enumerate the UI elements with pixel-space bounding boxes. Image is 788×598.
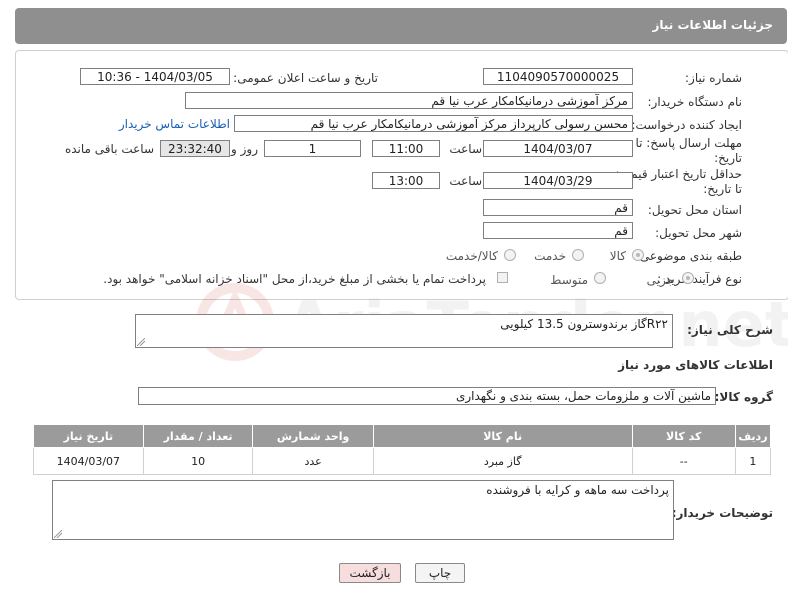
reply-deadline-time-label: ساعت	[449, 142, 482, 156]
need-number-label: شماره نیاز:	[685, 71, 742, 85]
resize-grip-icon	[137, 338, 145, 346]
category-option-goods-service: کالا/خدمت	[445, 249, 498, 263]
col-date: تاریخ نیاز	[33, 424, 144, 448]
reply-deadline-date-field: 1404/03/07	[483, 140, 633, 157]
buyer-org-field: مرکز آموزشی درمانیکامکار عرب نیا قم	[185, 92, 633, 109]
category-radio-goods[interactable]	[632, 249, 644, 261]
remaining-time-field: 23:32:40	[160, 140, 230, 157]
goods-group-label: گروه کالا:	[714, 390, 773, 404]
process-option-minor: جزیی	[646, 273, 674, 287]
cell-unit: عدد	[252, 447, 374, 475]
process-radio-minor[interactable]	[682, 272, 694, 284]
reply-deadline-label-1: مهلت ارسال پاسخ: تا	[635, 136, 742, 150]
price-validity-label-2: تا تاریخ:	[703, 182, 742, 196]
buyer-org-label: نام دستگاه خریدار:	[647, 95, 743, 109]
remaining-time-label: ساعت باقی مانده	[64, 142, 154, 156]
province-label: استان محل تحویل:	[647, 203, 742, 217]
requester-field: محسن رسولی کارپرداز مرکز آموزشی درمانیکا…	[234, 115, 633, 132]
description-label: شرح کلی نیاز:	[687, 323, 773, 337]
category-radio-goods-service[interactable]	[504, 249, 516, 261]
table-row: 1 -- گاز مبرد عدد 10 1404/03/07	[33, 447, 772, 475]
category-option-goods: کالا	[609, 249, 626, 263]
col-row: ردیف	[734, 424, 772, 448]
buyer-notes-text: پرداخت سه ماهه و کرایه با فروشنده	[486, 483, 669, 497]
buyer-notes-textarea: پرداخت سه ماهه و کرایه با فروشنده	[52, 480, 674, 540]
col-unit: واحد شمارش	[252, 424, 374, 448]
buyer-notes-label: توضیحات خریدار:	[671, 506, 773, 520]
goods-table-header: ردیف کد کالا نام کالا واحد شمارش تعداد /…	[33, 424, 772, 448]
goods-group-field: ماشین آلات و ملزومات حمل، بسته بندی و نگ…	[138, 387, 716, 405]
goods-table: ردیف کد کالا نام کالا واحد شمارش تعداد /…	[33, 424, 772, 475]
price-validity-label-1: حداقل تاریخ اعتبار قیمت:	[615, 167, 742, 181]
process-option-medium: متوسط	[550, 273, 588, 287]
cell-date: 1404/03/07	[33, 447, 144, 475]
cell-row: 1	[734, 447, 772, 475]
reply-deadline-label-2: تاریخ:	[714, 151, 742, 165]
description-text: R۲۲گاز برندوسترون 13.5 کیلویی	[500, 317, 668, 331]
need-number-field: 1104090570000025	[483, 68, 633, 85]
city-label: شهر محل تحویل:	[655, 226, 742, 240]
city-field: قم	[483, 222, 633, 239]
remaining-days-field: 1	[264, 140, 361, 157]
page-title: جزئیات اطلاعات نیاز	[652, 18, 773, 32]
description-textarea: R۲۲گاز برندوسترون 13.5 کیلویی	[135, 314, 673, 348]
resize-grip-icon	[54, 530, 62, 538]
price-validity-date-field: 1404/03/29	[483, 172, 633, 189]
province-field: قم	[483, 199, 633, 216]
requester-label: ایجاد کننده درخواست:	[631, 118, 742, 132]
price-validity-time-label: ساعت	[449, 174, 482, 188]
days-label: روز و	[231, 142, 258, 156]
col-code: کد کالا	[631, 424, 736, 448]
header-bar: جزئیات اطلاعات نیاز	[15, 8, 787, 44]
treasury-payment-note: پرداخت تمام یا بخشی از مبلغ خرید،از محل …	[103, 272, 486, 286]
process-radio-medium[interactable]	[594, 272, 606, 284]
buyer-contact-link[interactable]: اطلاعات تماس خریدار	[119, 117, 230, 131]
treasury-payment-checkbox[interactable]	[497, 272, 508, 283]
announce-datetime-field: 1404/03/05 - 10:36	[80, 68, 230, 85]
reply-deadline-time-field: 11:00	[372, 140, 440, 157]
announce-datetime-label: تاریخ و ساعت اعلان عمومی:	[233, 71, 378, 85]
col-qty: تعداد / مقدار	[142, 424, 254, 448]
goods-info-title: اطلاعات کالاهای مورد نیاز	[618, 358, 773, 372]
cell-code: --	[631, 447, 736, 475]
cell-qty: 10	[142, 447, 254, 475]
cell-name: گاز مبرد	[372, 447, 633, 475]
print-button[interactable]: چاپ	[415, 563, 465, 583]
category-radio-service[interactable]	[572, 249, 584, 261]
category-label: طبقه بندی موضوعی:	[635, 249, 742, 263]
price-validity-time-field: 13:00	[372, 172, 440, 189]
col-name: نام کالا	[372, 424, 633, 448]
category-option-service: خدمت	[534, 249, 566, 263]
back-button[interactable]: بازگشت	[339, 563, 401, 583]
